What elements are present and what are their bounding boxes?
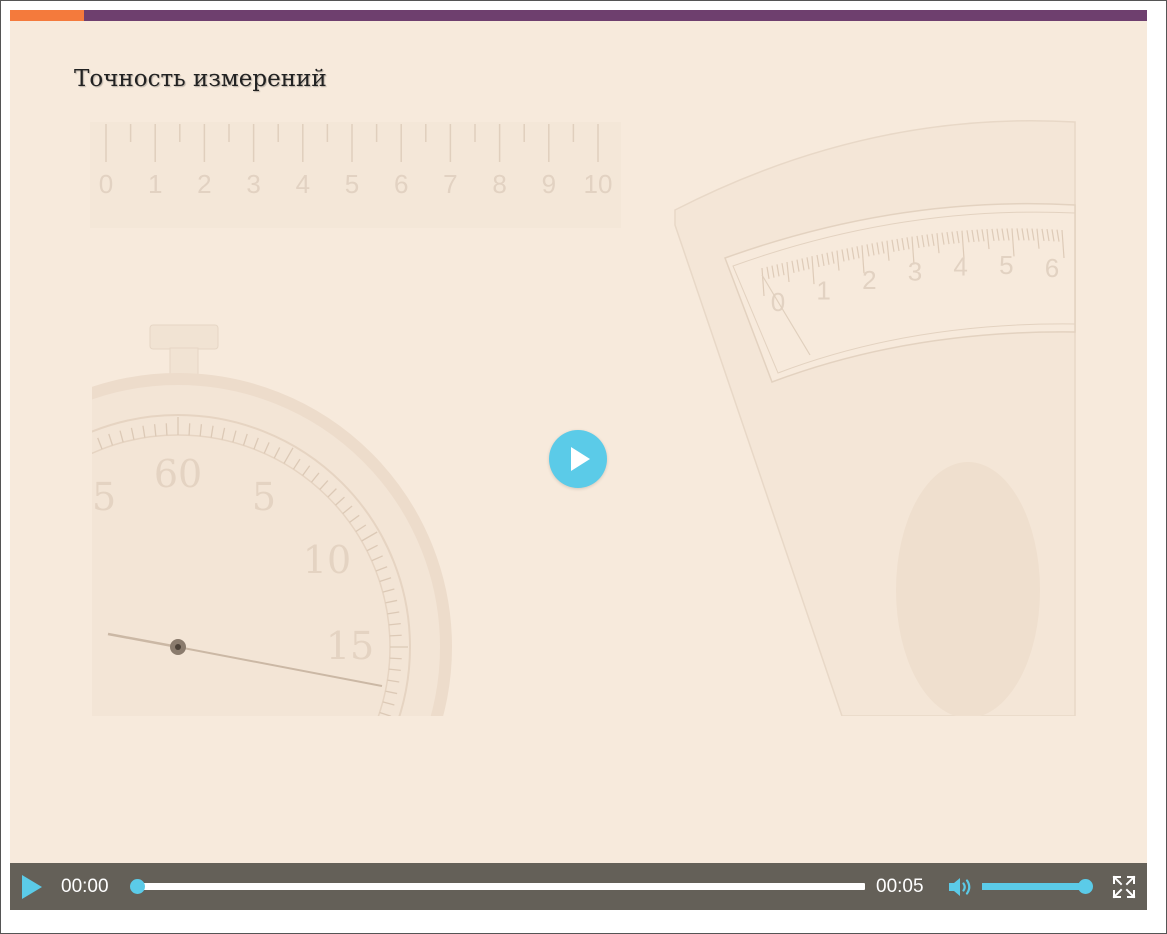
play-icon: [571, 447, 590, 471]
scale-number: 4: [953, 252, 967, 282]
dial-tick: [389, 657, 402, 660]
ruler-number: 6: [394, 169, 408, 199]
dial-tick: [165, 423, 168, 436]
progress-handle[interactable]: [130, 879, 145, 894]
fullscreen-icon: [1112, 875, 1136, 899]
scale-number: 5: [999, 250, 1013, 280]
volume-handle[interactable]: [1078, 879, 1093, 894]
dial-tick: [188, 423, 191, 436]
volume-fill: [982, 883, 1086, 890]
duration: 00:05: [876, 876, 924, 897]
video-player[interactable]: 012345678910 556051015: [10, 10, 1147, 910]
mute-button[interactable]: [947, 875, 975, 899]
stopwatch-number: 60: [154, 452, 202, 496]
ruler-number: 2: [197, 169, 211, 199]
stopwatch-illustration: 556051015: [10, 310, 452, 863]
ruler-number: 0: [99, 169, 113, 199]
ruler-number: 4: [296, 169, 310, 199]
ruler-illustration: 0 1 2 3 4 5 6 7 8 9 10: [90, 122, 621, 228]
progress-track: [134, 883, 865, 890]
scale-number: 6: [1045, 253, 1059, 283]
ruler-number: 5: [345, 169, 359, 199]
ruler-number: 9: [542, 169, 556, 199]
scale-number: 1: [816, 275, 830, 305]
volume-slider[interactable]: [982, 879, 1093, 894]
stopwatch-number: 5: [252, 475, 276, 519]
dial-tick: [389, 634, 402, 637]
play-icon: [22, 875, 42, 899]
ruler-number: 1: [148, 169, 162, 199]
current-time: 00:00: [61, 876, 109, 897]
page-frame: 012345678910 556051015: [0, 0, 1167, 934]
scale-number: 3: [908, 257, 922, 287]
scale-number: 2: [862, 265, 876, 295]
stopwatch-number: 10: [303, 538, 351, 582]
scale-illustration: 0123456: [674, 119, 1080, 863]
play-button[interactable]: [22, 875, 44, 899]
progress-slider[interactable]: [130, 879, 865, 894]
ruler-number: 10: [584, 169, 613, 199]
player-controls-bar: 00:00 00:05: [10, 863, 1147, 910]
volume-icon: [949, 878, 971, 896]
ruler-number: 8: [492, 169, 506, 199]
ruler-number: 7: [443, 169, 457, 199]
slide-title: Точность измерений: [74, 66, 327, 92]
ruler-number: 3: [246, 169, 260, 199]
center-play-button[interactable]: [549, 430, 607, 488]
stopwatch-number: 15: [326, 624, 374, 668]
fullscreen-button[interactable]: [1112, 875, 1136, 899]
